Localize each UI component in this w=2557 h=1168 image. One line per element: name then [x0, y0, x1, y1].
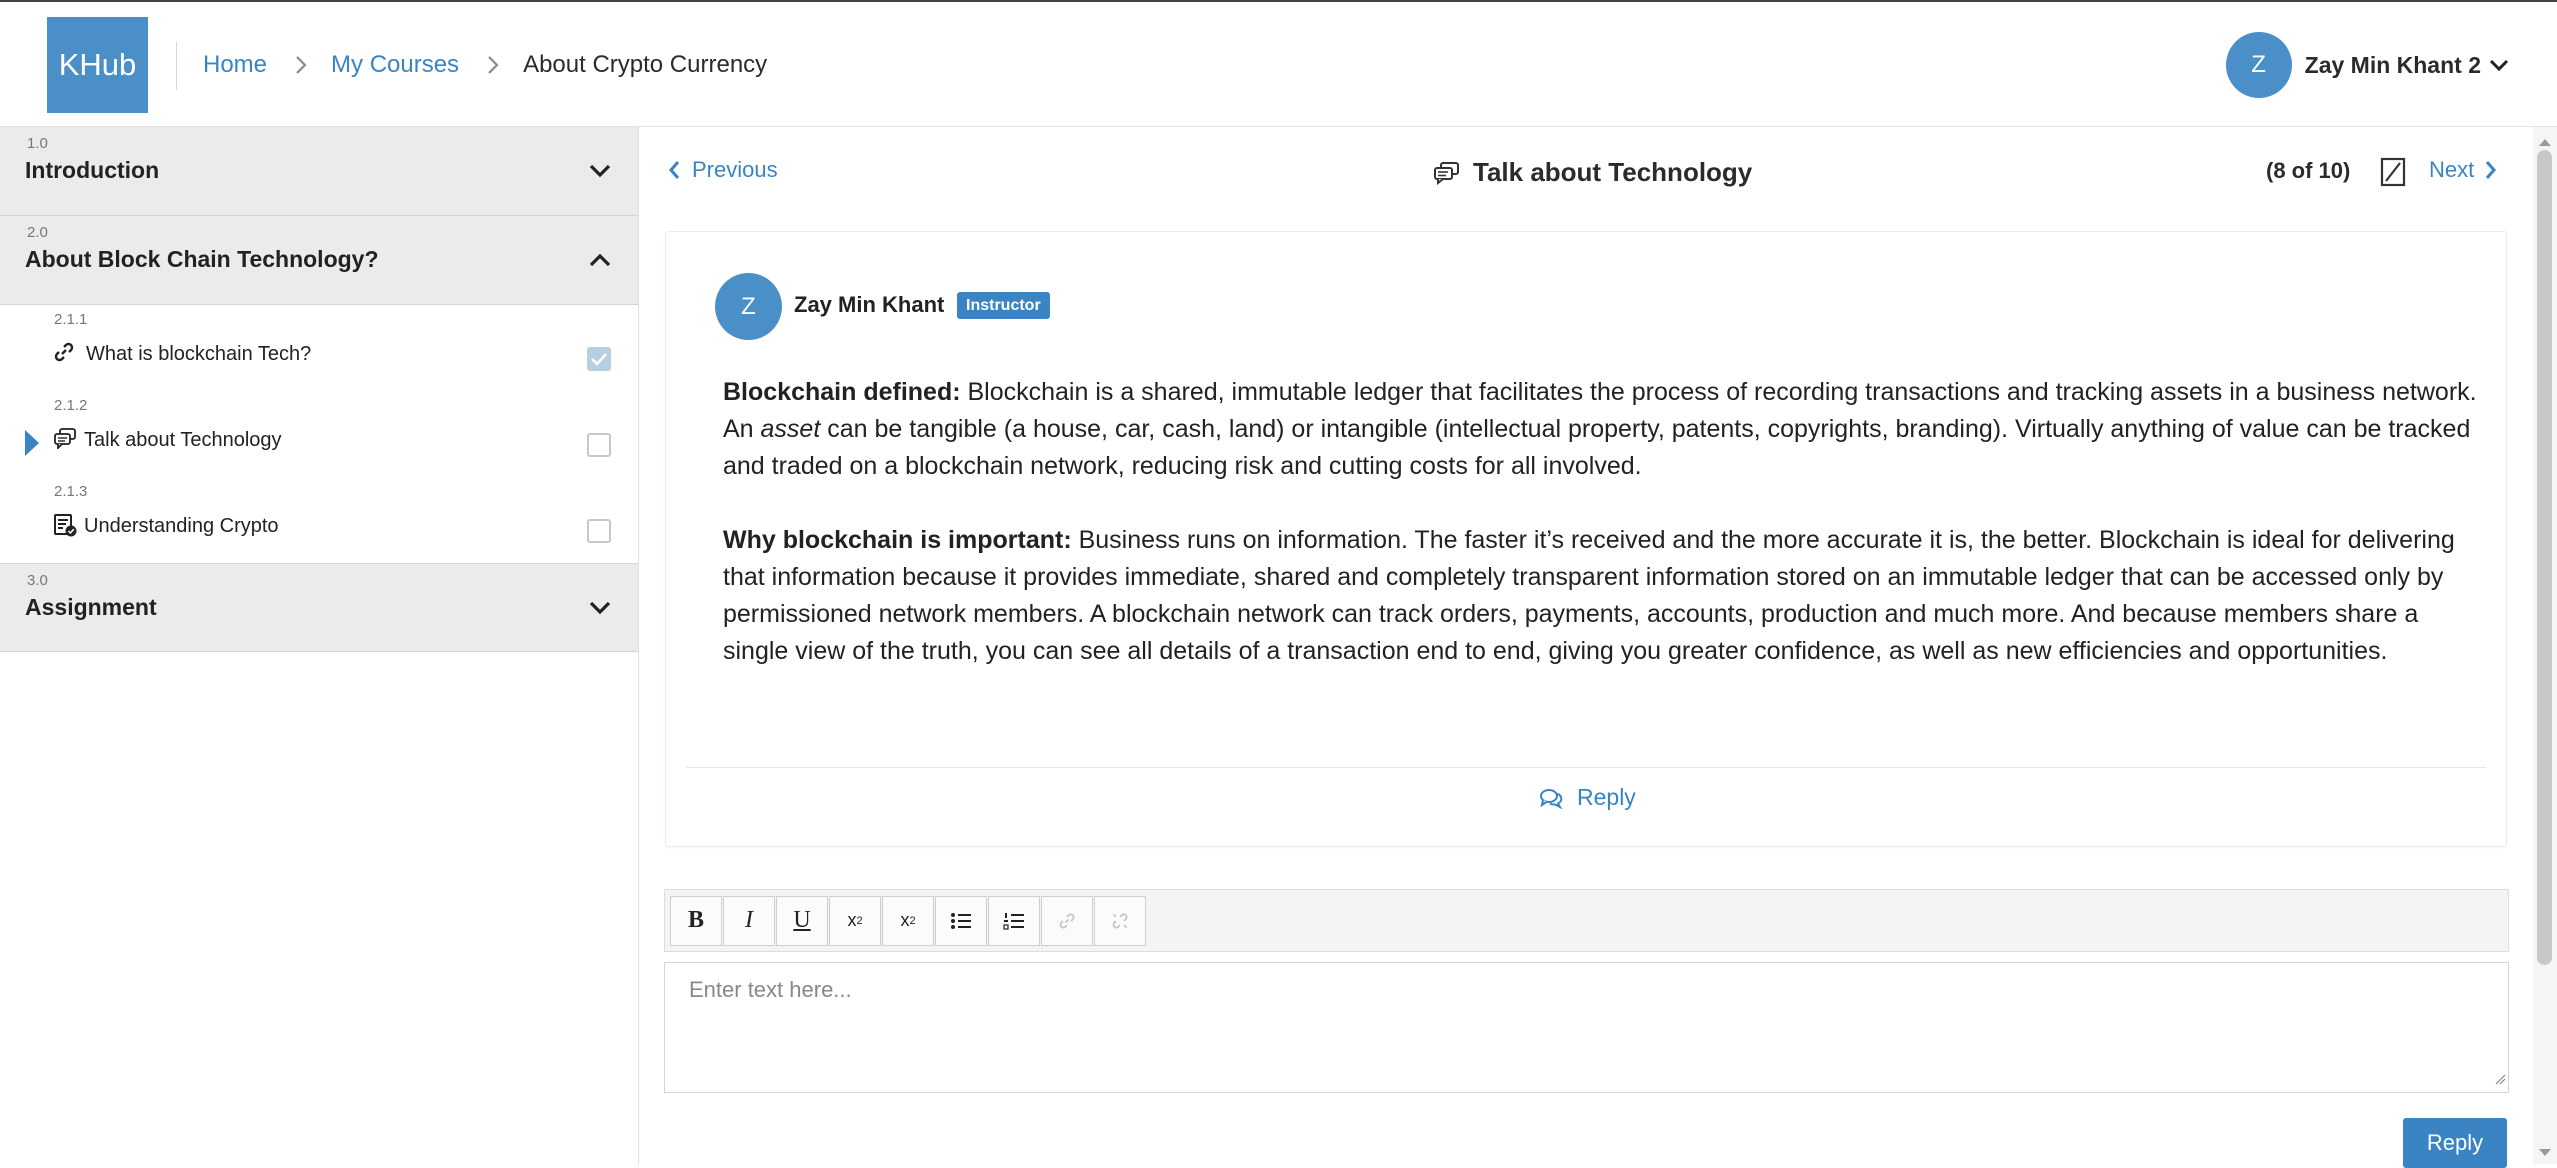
lesson-number: 2.1.1 — [54, 311, 88, 328]
chevron-down-icon[interactable] — [588, 600, 612, 621]
previous-button[interactable]: Previous — [668, 157, 778, 183]
course-outline-sidebar: 1.0 Introduction 2.0 About Block Chain T… — [0, 127, 639, 1164]
lesson-complete-checkbox[interactable] — [587, 433, 611, 457]
user-name: Zay Min Khant 2 — [2304, 51, 2481, 78]
post-paragraph: Blockchain defined: Blockchain is a shar… — [723, 374, 2483, 485]
section-number: 2.0 — [27, 224, 48, 241]
paragraph-heading: Why blockchain is important: — [723, 526, 1072, 554]
superscript-glyph: x — [900, 910, 910, 930]
user-avatar: Z — [2225, 32, 2292, 98]
lesson-title: Understanding Crypto — [84, 515, 279, 537]
bullet-list-button[interactable] — [935, 895, 987, 946]
caret-right-icon — [24, 429, 40, 462]
link-icon — [1059, 913, 1075, 928]
post-body: Blockchain defined: Blockchain is a shar… — [723, 374, 2483, 707]
author-avatar: Z — [715, 273, 782, 340]
quiz-icon — [53, 513, 77, 537]
khub-logo[interactable]: KHub — [47, 17, 148, 113]
previous-label: Previous — [692, 157, 778, 182]
breadcrumb: Home My Courses About Crypto Currency — [203, 51, 767, 79]
chevron-right-icon — [475, 54, 511, 76]
chevron-up-icon[interactable] — [588, 252, 612, 273]
subscript-mark: 2 — [856, 914, 863, 927]
section-title: About Block Chain Technology? — [25, 246, 379, 272]
chevron-right-icon — [283, 54, 319, 76]
page-scrollbar[interactable] — [2533, 127, 2557, 1164]
section-title: Assignment — [25, 594, 157, 620]
resize-handle-icon[interactable] — [2494, 1072, 2506, 1090]
submit-reply-button[interactable]: Reply — [2403, 1118, 2507, 1168]
next-button[interactable]: Next — [2429, 157, 2497, 183]
discussion-icon — [53, 427, 77, 451]
scroll-down-arrow-icon[interactable] — [2538, 1145, 2552, 1163]
post-divider — [686, 767, 2486, 768]
lesson-item[interactable]: 2.1.3 Understanding Crypto — [0, 477, 638, 563]
breadcrumb-my-courses-link[interactable]: My Courses — [331, 51, 459, 79]
numbered-list-icon — [1003, 912, 1024, 930]
chevron-down-icon — [2489, 58, 2509, 72]
numbered-list-button[interactable] — [988, 895, 1040, 946]
reply-link-label: Reply — [1577, 784, 1636, 810]
underline-button[interactable]: U — [776, 895, 828, 946]
section-number: 1.0 — [27, 135, 48, 152]
lesson-complete-checkbox[interactable] — [587, 347, 611, 371]
discussion-icon — [1434, 161, 1459, 185]
editor-placeholder: Enter text here... — [689, 977, 852, 1002]
instructor-badge: Instructor — [957, 292, 1050, 319]
post-paragraph: Why blockchain is important: Business ru… — [723, 522, 2483, 670]
subscript-glyph: x — [847, 910, 857, 930]
remove-link-button[interactable] — [1094, 895, 1146, 946]
italic-button[interactable]: I — [723, 895, 775, 946]
lesson-number: 2.1.3 — [54, 483, 88, 500]
next-label: Next — [2429, 157, 2475, 182]
paragraph-text: can be tangible (a house, car, cash, lan… — [723, 415, 2471, 480]
discussion-post: Z Zay Min Khant Instructor Blockchain de… — [665, 231, 2507, 847]
lesson-progress: (8 of 10) — [2266, 158, 2351, 183]
subscript-button[interactable]: x2 — [829, 895, 881, 946]
underline-glyph: U — [793, 907, 811, 933]
bold-button[interactable]: B — [670, 895, 722, 946]
breadcrumb-home-link[interactable]: Home — [203, 51, 267, 79]
lesson-content: Previous Talk about Technology (8 of 10)… — [640, 127, 2533, 1168]
lesson-title: What is blockchain Tech? — [86, 343, 312, 365]
topic-title-text: Talk about Technology — [1473, 157, 1753, 187]
lesson-title: Talk about Technology — [84, 429, 282, 451]
lesson-number: 2.1.2 — [54, 397, 88, 414]
italic-glyph: I — [745, 907, 753, 933]
topic-title: Talk about Technology — [1433, 157, 1752, 188]
chevron-down-icon[interactable] — [588, 163, 612, 184]
section-assignment[interactable]: 3.0 Assignment — [0, 563, 638, 652]
section-block-chain[interactable]: 2.0 About Block Chain Technology? — [0, 216, 638, 305]
section-title: Introduction — [25, 157, 160, 183]
breadcrumb-current: About Crypto Currency — [523, 51, 768, 78]
paragraph-heading: Blockchain defined: — [723, 378, 961, 406]
bold-glyph: B — [687, 907, 704, 933]
reply-text-editor[interactable]: Enter text here... — [664, 962, 2509, 1093]
header-divider — [176, 42, 177, 90]
comments-icon — [1540, 788, 1563, 809]
section-number: 3.0 — [27, 572, 48, 589]
editor-toolbar: B I U x2 x2 — [664, 889, 2509, 952]
chevron-right-icon — [2486, 161, 2497, 179]
scrollbar-thumb[interactable] — [2537, 150, 2552, 965]
chevron-left-icon — [669, 161, 680, 179]
insert-link-button[interactable] — [1041, 895, 1093, 946]
author-name: Zay Min Khant — [794, 292, 945, 317]
reply-link[interactable]: Reply — [1539, 784, 1636, 811]
edit-note-icon[interactable] — [2380, 157, 2406, 192]
emphasis-text: asset — [760, 415, 821, 443]
bullet-list-icon — [951, 912, 971, 929]
link-icon — [53, 341, 77, 365]
top-header: KHub Home My Courses About Crypto Curren… — [0, 2, 2557, 127]
lesson-item[interactable]: 2.1.1 What is blockchain Tech? — [0, 305, 638, 391]
user-menu[interactable]: Z Zay Min Khant 2 — [2225, 32, 2509, 98]
superscript-button[interactable]: x2 — [882, 895, 934, 946]
unlink-icon — [1112, 913, 1128, 928]
superscript-mark: 2 — [909, 914, 916, 927]
lesson-complete-checkbox[interactable] — [587, 519, 611, 543]
lesson-item-active[interactable]: 2.1.2 Talk about Technology — [0, 391, 638, 477]
section-introduction[interactable]: 1.0 Introduction — [0, 127, 638, 216]
